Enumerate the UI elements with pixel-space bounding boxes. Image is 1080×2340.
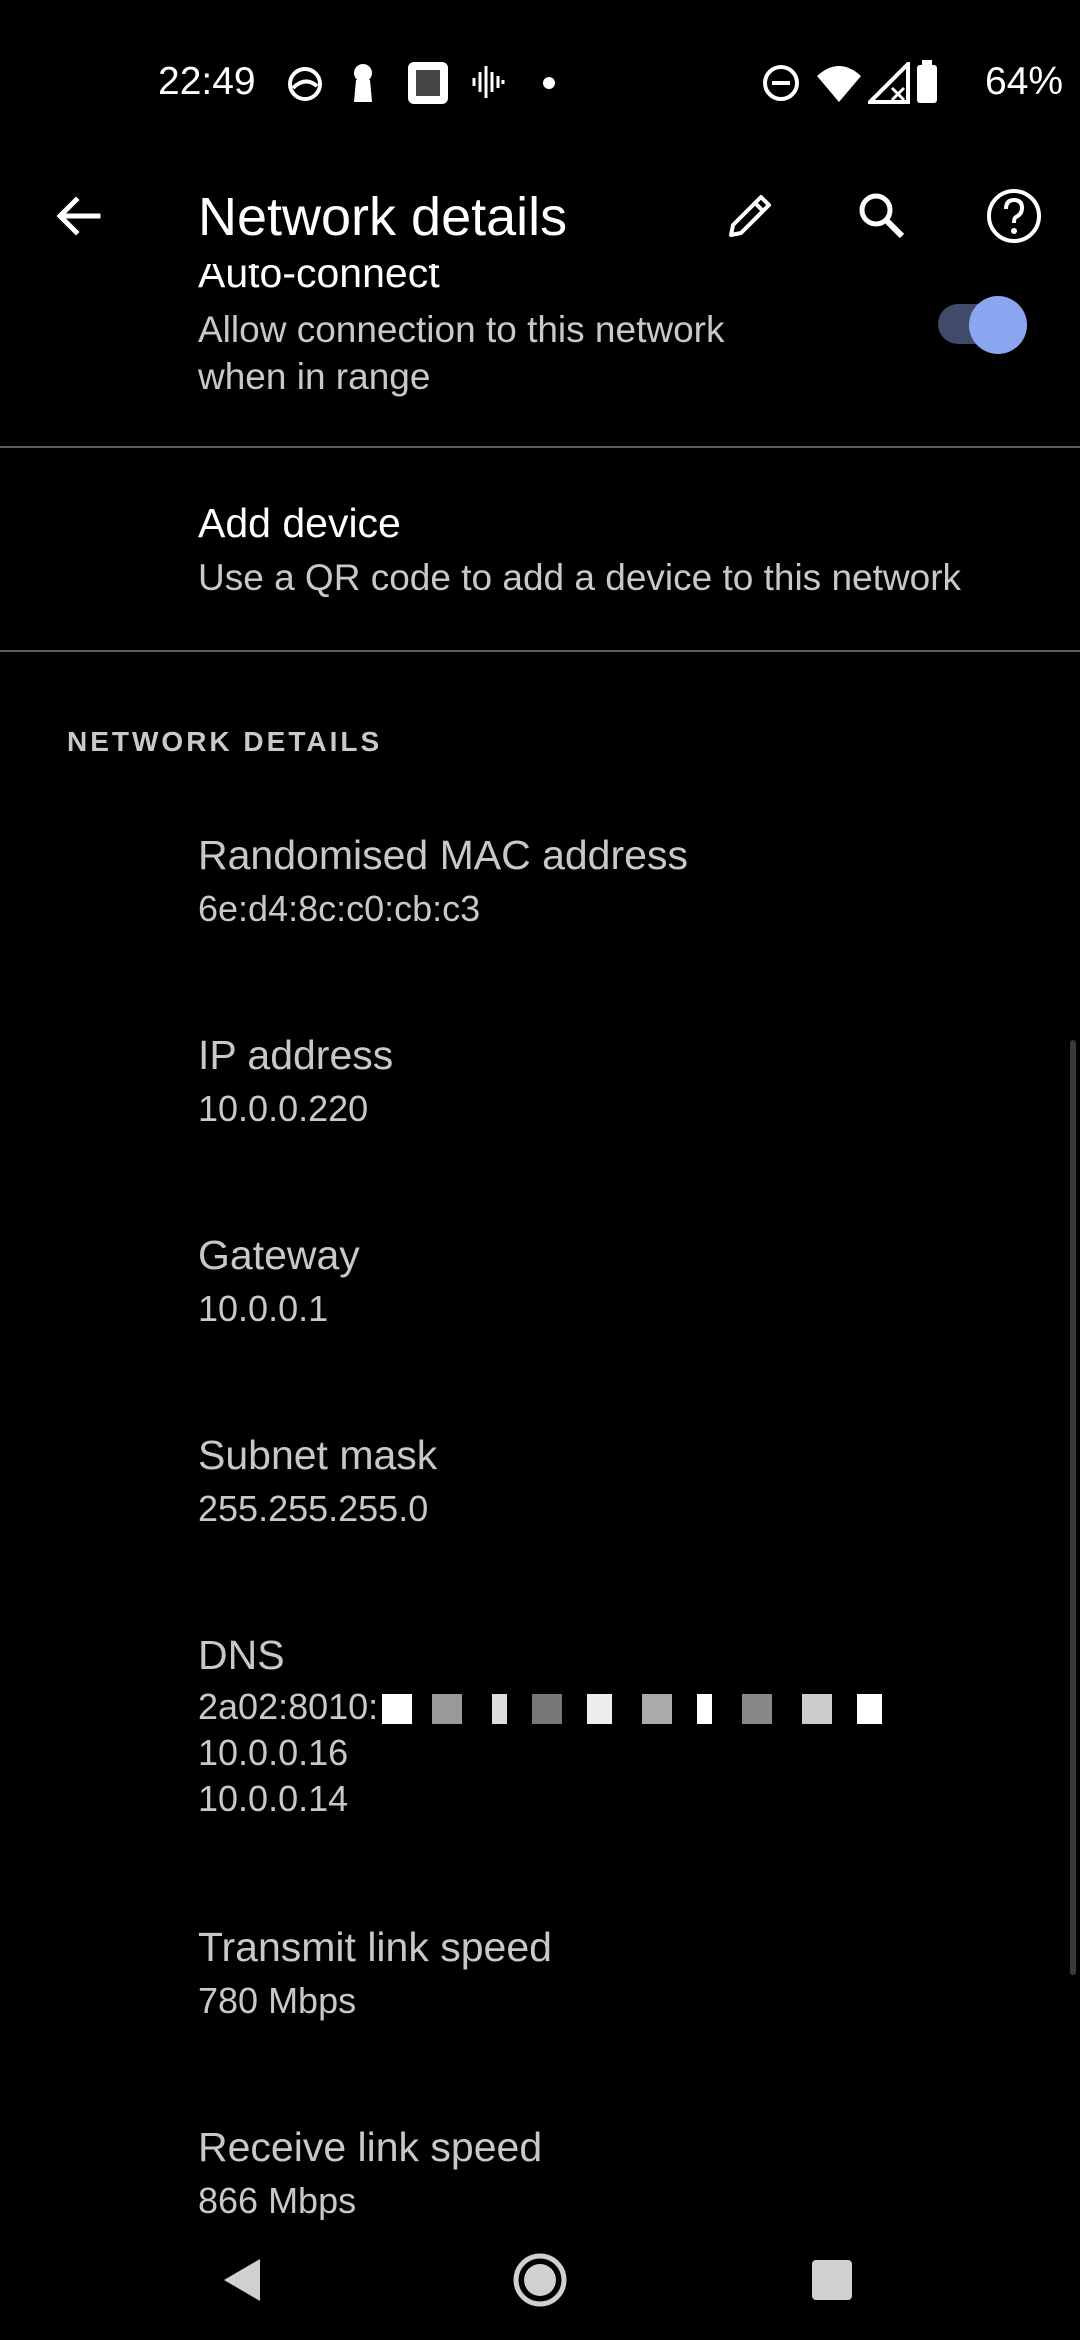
sound-wave-icon xyxy=(472,66,505,98)
nav-home-button[interactable] xyxy=(490,2230,590,2330)
bible-app-icon xyxy=(408,62,448,104)
search-button[interactable] xyxy=(834,168,930,264)
app-bar: Network details xyxy=(0,168,1080,264)
divider xyxy=(0,446,1080,448)
settings-list[interactable]: Auto-connect Allow connection to this ne… xyxy=(0,264,1080,2220)
dns-ipv6-prefix: 2a02:8010: xyxy=(198,1686,379,1727)
home-circle-icon xyxy=(513,2253,567,2307)
add-device-summary: Use a QR code to add a device to this ne… xyxy=(198,557,962,598)
back-triangle-icon xyxy=(224,2259,260,2301)
navigation-bar xyxy=(0,2220,1080,2340)
edit-button[interactable] xyxy=(702,168,798,264)
wifi-icon xyxy=(817,66,861,102)
edit-pencil-icon xyxy=(729,195,771,237)
auto-connect-summary: Allow connection to this network when in… xyxy=(198,306,838,400)
toggle-thumb xyxy=(969,296,1027,354)
search-icon xyxy=(859,193,905,239)
redacted-block xyxy=(382,1694,883,1725)
dns-value-line3: 10.0.0.14 xyxy=(198,1778,349,1819)
no-signal-icon xyxy=(868,62,910,104)
mac-address-value: 6e:d4:8c:c0:cb:c3 xyxy=(198,888,481,929)
transmit-speed-value: 780 Mbps xyxy=(198,1980,357,2021)
battery-icon xyxy=(917,60,937,103)
gateway-value: 10.0.0.1 xyxy=(198,1288,329,1329)
add-device-title: Add device xyxy=(198,500,401,546)
back-button[interactable] xyxy=(30,168,126,264)
auto-connect-summary-line1: Allow connection to this network xyxy=(198,309,725,350)
nav-back-button[interactable] xyxy=(193,2230,293,2330)
ip-address-value: 10.0.0.220 xyxy=(198,1088,369,1129)
subnet-mask-value: 255.255.255.0 xyxy=(198,1488,429,1529)
nav-recents-button[interactable] xyxy=(782,2230,882,2330)
ip-address-label: IP address xyxy=(198,1032,394,1078)
help-icon xyxy=(987,189,1041,243)
status-time: 22:49 xyxy=(158,60,256,103)
auto-connect-title: Auto-connect xyxy=(198,264,440,296)
receive-speed-value: 866 Mbps xyxy=(198,2180,357,2220)
back-arrow-icon xyxy=(56,196,101,236)
auto-connect-summary-line2: when in range xyxy=(198,356,431,397)
recents-square-icon xyxy=(812,2260,852,2300)
mac-address-label: Randomised MAC address xyxy=(198,832,688,878)
scrollbar[interactable] xyxy=(1070,1040,1076,1975)
help-button[interactable] xyxy=(966,168,1062,264)
keyhole-icon xyxy=(354,64,372,102)
transmit-speed-label: Transmit link speed xyxy=(198,1924,552,1970)
dns-value-line2: 10.0.0.16 xyxy=(198,1732,349,1773)
battery-percentage: 64% xyxy=(985,60,1064,103)
page-title: Network details xyxy=(198,187,568,247)
dns-value: 2a02:8010: 10.0.0.16 10.0.0.14 xyxy=(198,1684,883,1822)
overlay-icon xyxy=(288,67,322,101)
network-details-header: NETWORK DETAILS xyxy=(67,726,383,757)
dns-label: DNS xyxy=(198,1632,285,1678)
receive-speed-label: Receive link speed xyxy=(198,2124,543,2170)
notification-dot-icon xyxy=(543,77,555,89)
status-bar: 22:49 64% xyxy=(0,0,1080,168)
dns-value-line1: 2a02:8010: xyxy=(198,1684,883,1730)
divider xyxy=(0,650,1080,652)
do-not-disturb-icon xyxy=(763,65,799,101)
subnet-mask-label: Subnet mask xyxy=(198,1432,438,1478)
gateway-label: Gateway xyxy=(198,1232,360,1278)
